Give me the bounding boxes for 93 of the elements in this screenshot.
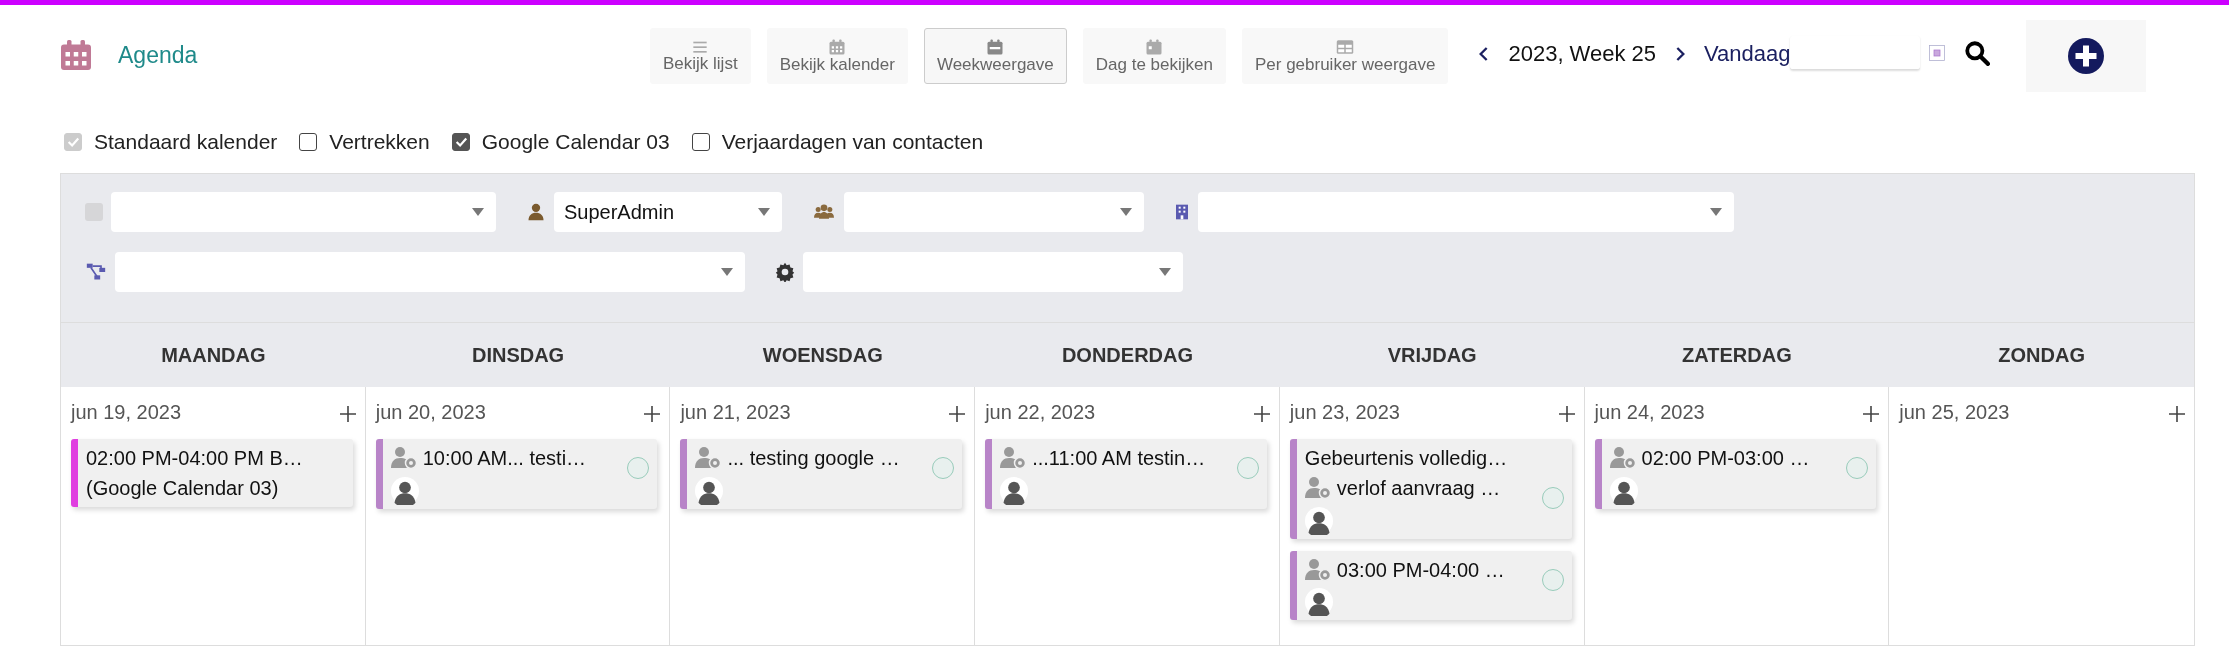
caret-icon — [1120, 208, 1132, 216]
view-button[interactable]: Bekijk lijst — [650, 28, 751, 84]
event-text: 03:00 PM-04:00 … — [1336, 557, 1505, 583]
avatar-icon — [695, 476, 724, 505]
dropdown-field[interactable]: SuperAdmin — [554, 192, 782, 232]
period-label: 2023, Week 25 — [1508, 39, 1657, 68]
dropdown-field[interactable] — [803, 252, 1183, 292]
day-date: jun 19, 2023 — [71, 400, 182, 425]
group-icon — [812, 202, 836, 222]
status-circle[interactable] — [932, 457, 955, 479]
day-date: jun 20, 2023 — [375, 400, 486, 425]
table-icon — [1335, 37, 1356, 56]
dropdown-field[interactable] — [1198, 192, 1734, 232]
event-card[interactable]: ... testing google … — [680, 439, 963, 509]
day-name: VRIJDAG — [1387, 343, 1477, 368]
event-card[interactable]: 03:00 PM-04:00 … — [1289, 550, 1572, 621]
checkbox[interactable] — [451, 132, 470, 151]
day-name: ZONDAG — [1998, 343, 2085, 368]
plus-icon — [948, 405, 967, 424]
view-button[interactable]: Bekijk kalender — [766, 28, 908, 84]
status-circle[interactable] — [1541, 568, 1564, 591]
event-card[interactable]: ...11:00 AM testin… — [985, 439, 1267, 509]
avatar-icon — [1000, 476, 1029, 505]
hierarchy-icon — [85, 262, 107, 282]
app-title: Agenda — [118, 40, 198, 70]
event-text: ...11:00 AM testin… — [1032, 446, 1206, 471]
user-icon — [526, 201, 546, 223]
plus-icon — [2068, 38, 2105, 74]
calendar-label: Verjaardagen van contacten — [721, 128, 984, 155]
event-text: ... testing google … — [727, 446, 900, 471]
calendar-label: Google Calendar 03 — [481, 128, 670, 155]
checkbox[interactable] — [691, 132, 710, 151]
avatar-icon — [1609, 476, 1638, 505]
day-name: WOENSDAG — [762, 343, 883, 368]
calendar-icon — [1145, 37, 1164, 56]
calendar-label: Vertrekken — [329, 128, 430, 155]
caret-icon — [758, 208, 770, 216]
search-icon[interactable] — [1964, 40, 1991, 66]
dropdown-field[interactable] — [844, 192, 1144, 232]
day-date: jun 21, 2023 — [680, 400, 791, 425]
plus-icon — [1252, 405, 1271, 424]
event-card[interactable]: Gebeurtenis volledig… verlof aanvraag … — [1289, 439, 1572, 539]
calendar-label: Standaard kalender — [94, 128, 278, 155]
add-button[interactable] — [2068, 38, 2105, 74]
date-picker-icon[interactable] — [1928, 44, 1947, 62]
day-name: DINSDAG — [471, 343, 565, 368]
view-button[interactable]: Dag te bekijken — [1082, 28, 1226, 84]
avatar-icon — [1304, 588, 1333, 617]
avatar-icon — [1304, 506, 1333, 535]
caret-icon — [1710, 208, 1722, 216]
plus-icon — [643, 405, 662, 424]
day-date: jun 24, 2023 — [1594, 400, 1705, 425]
caret-icon — [1159, 268, 1171, 276]
day-date: jun 23, 2023 — [1289, 400, 1400, 425]
plus-icon — [338, 405, 357, 424]
plus-icon — [1557, 405, 1576, 424]
event-card[interactable]: 02:00 PM-04:00 PM B… (Google Calendar 03) — [71, 439, 353, 507]
day-date: jun 22, 2023 — [985, 400, 1096, 425]
event-text: 10:00 AM... testi… — [422, 446, 587, 471]
user-settings-icon — [390, 446, 419, 470]
status-circle[interactable] — [1846, 457, 1869, 479]
day-name: ZATERDAG — [1682, 343, 1792, 368]
dropdown-field[interactable] — [115, 252, 745, 292]
calendar-icon — [986, 37, 1005, 56]
avatar-icon — [390, 476, 419, 505]
gear-icon — [775, 262, 795, 282]
event-text: (Google Calendar 03) — [86, 476, 280, 501]
event-text: 02:00 PM-04:00 PM B… — [86, 446, 304, 471]
dropdown-field[interactable] — [111, 192, 496, 232]
status-circle[interactable] — [627, 457, 650, 479]
view-button[interactable]: Per gebruiker weergave — [1241, 28, 1449, 84]
plus-icon — [2168, 405, 2186, 424]
calendar-icon — [828, 37, 847, 56]
status-circle[interactable] — [1236, 457, 1259, 479]
date-field[interactable] — [1790, 36, 1921, 70]
event-text: verlof aanvraag … — [1336, 476, 1501, 501]
event-card[interactable]: 02:00 PM-03:00 … — [1594, 439, 1877, 509]
event-card[interactable]: 10:00 AM... testi… — [375, 439, 658, 509]
user-settings-icon — [1304, 557, 1333, 582]
day-name: MAANDAG — [161, 343, 266, 368]
view-button[interactable]: Weekweergave — [923, 28, 1067, 84]
event-title: Gebeurtenis volledig… — [1304, 446, 1509, 471]
event-text: 02:00 PM-03:00 … — [1641, 446, 1810, 471]
caret-icon — [472, 208, 484, 216]
plus-icon — [1862, 405, 1881, 424]
status-circle[interactable] — [1541, 487, 1564, 509]
day-name: DONDERDAG — [1061, 343, 1194, 368]
today-link[interactable]: Vandaag — [1704, 36, 1791, 70]
checkbox[interactable] — [299, 132, 318, 151]
caret-icon — [721, 268, 733, 276]
user-settings-icon — [1609, 446, 1638, 470]
day-date: jun 25, 2023 — [1899, 400, 2010, 425]
user-settings-icon — [1304, 476, 1333, 500]
